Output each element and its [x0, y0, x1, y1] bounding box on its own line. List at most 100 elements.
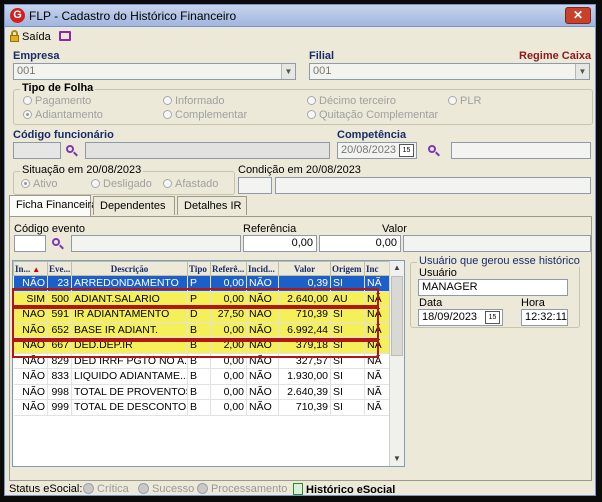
radio-afastado[interactable]: Afastado	[163, 178, 218, 190]
monitor-icon[interactable]	[59, 31, 71, 41]
col-header-valor[interactable]: Valor	[278, 261, 331, 276]
radio-ativo[interactable]: Ativo	[21, 178, 57, 190]
situacao-title: Situação em 20/08/2023	[20, 164, 144, 176]
empresa-value: 001	[17, 65, 36, 77]
radio-quitacao-complementar[interactable]: Quitação Complementar	[307, 109, 438, 121]
table-cell: 710,39	[278, 399, 331, 416]
radio-desligado[interactable]: Desligado	[91, 178, 152, 190]
funcionario-search-icon[interactable]	[65, 144, 79, 158]
col-header-evento[interactable]: Eve...	[47, 261, 72, 276]
col-header-tipo[interactable]: Tipo	[187, 261, 211, 276]
evento-label: Código evento	[14, 223, 85, 235]
table-cell: 0,00	[210, 399, 247, 416]
saida-button[interactable]: Saída	[22, 31, 51, 43]
usuario-group-title: Usuário que gerou esse histórico	[417, 255, 582, 267]
table-cell: 833	[47, 368, 72, 385]
funcionario-label: Código funcionário	[13, 129, 114, 141]
annotation-box-dependentes	[12, 340, 379, 358]
critica-status-icon	[83, 483, 94, 494]
radio-plr[interactable]: PLR	[448, 95, 481, 107]
tab-dependentes[interactable]: Dependentes	[93, 196, 175, 215]
col-header-origem[interactable]: Origem	[330, 261, 365, 276]
tab-detalhes-ir[interactable]: Detalhes IR	[177, 196, 247, 215]
lock-icon[interactable]	[10, 30, 19, 42]
status-esocial-label: Status eSocial:	[9, 483, 83, 495]
scroll-up-icon[interactable]: ▲	[390, 261, 404, 275]
close-button[interactable]: ✕	[565, 7, 591, 24]
competencia-calendar-icon[interactable]: 15	[399, 144, 414, 157]
annotation-box-ir	[12, 307, 379, 340]
table-cell: NÃO	[246, 399, 279, 416]
competencia-label: Competência	[337, 129, 407, 141]
table-cell: B	[187, 399, 211, 416]
sucesso-status-icon	[138, 483, 149, 494]
historico-esocial-button[interactable]: Histórico eSocial	[293, 483, 395, 495]
table-cell: 2.640,39	[278, 384, 331, 400]
filial-select[interactable]: 001 ▼	[309, 63, 590, 80]
table-cell: NÃ	[364, 399, 391, 416]
table-cell: 1.930,00	[278, 368, 331, 385]
regime-caixa-label: Regime Caixa	[519, 50, 592, 62]
table-cell: SI	[330, 368, 365, 385]
usuario-label: Usuário	[419, 267, 457, 279]
radio-informado[interactable]: Informado	[163, 95, 225, 107]
funcionario-name-field	[85, 142, 330, 159]
col-header-inc[interactable]: Inc	[364, 261, 391, 276]
data-calendar-icon[interactable]: 15	[485, 311, 500, 324]
grid-scrollbar[interactable]: ▲ ▼	[389, 261, 404, 466]
col-header-in[interactable]: In... ▲	[13, 261, 48, 276]
col-header-descricao[interactable]: Descrição	[71, 261, 188, 276]
tab-ficha-financeira[interactable]: Ficha Financeira	[9, 195, 97, 216]
table-row[interactable]: NÃO 998 TOTAL DE PROVENTOS B 0,00 NÃO 2.640,39…	[13, 384, 391, 400]
table-cell: B	[187, 368, 211, 385]
app-logo-icon: G	[10, 8, 25, 23]
scroll-down-icon[interactable]: ▼	[390, 452, 404, 466]
radio-adiantamento[interactable]: Adiantamento	[23, 109, 103, 121]
status-sucesso: Sucesso	[138, 483, 194, 495]
table-cell: 0,00	[210, 384, 247, 400]
table-cell: B	[187, 384, 211, 400]
status-bar: Status eSocial: Crítica Sucesso Processa…	[5, 482, 595, 495]
toolbar: Saída	[5, 28, 595, 46]
competencia-desc-field	[451, 142, 591, 159]
radio-pagamento[interactable]: Pagamento	[23, 95, 91, 107]
table-cell: NÃ	[364, 384, 391, 400]
evento-desc-field	[71, 235, 241, 252]
scroll-thumb[interactable]	[391, 276, 403, 356]
competencia-search-icon[interactable]	[427, 144, 441, 158]
data-label: Data	[419, 297, 443, 309]
filial-value: 001	[313, 65, 332, 77]
status-critica: Crítica	[83, 483, 129, 495]
table-cell: TOTAL DE DESCONTOS	[71, 399, 188, 416]
table-row[interactable]: NÃO 833 LIQUIDO ADIANTAME... B 0,00 NÃO 1.930,…	[13, 368, 391, 385]
hora-label: Hora	[521, 297, 545, 309]
table-cell: NÃO	[246, 368, 279, 385]
valor-extra-field	[403, 235, 591, 252]
referencia-field[interactable]: 0,00	[243, 235, 317, 252]
radio-complementar[interactable]: Complementar	[163, 109, 247, 121]
funcionario-code-field[interactable]	[13, 142, 61, 159]
table-cell: LIQUIDO ADIANTAME...	[71, 368, 188, 385]
valor-field[interactable]: 0,00	[319, 235, 401, 252]
table-cell: SI	[330, 399, 365, 416]
empresa-chevron-down-icon[interactable]: ▼	[281, 64, 295, 79]
evento-search-icon[interactable]	[51, 237, 65, 251]
evento-code-field[interactable]	[14, 235, 46, 252]
condicao-desc-field	[275, 177, 591, 194]
table-cell: NÃO	[13, 384, 48, 400]
table-cell: TOTAL DE PROVENTOS	[71, 384, 188, 400]
table-cell: NÃO	[13, 368, 48, 385]
radio-decimo-terceiro[interactable]: Décimo terceiro	[307, 95, 396, 107]
valor-label: Valor	[382, 223, 407, 235]
window-title: FLP - Cadastro do Histórico Financeiro	[29, 9, 237, 23]
table-cell: NÃO	[246, 384, 279, 400]
empresa-label: Empresa	[13, 50, 60, 62]
table-row[interactable]: NÃO 999 TOTAL DE DESCONTOS B 0,00 NÃO 710,39 SI…	[13, 399, 391, 416]
empresa-select[interactable]: 001 ▼	[13, 63, 296, 80]
table-cell: NÃ	[364, 368, 391, 385]
col-header-incidencia[interactable]: Incid...	[246, 261, 279, 276]
referencia-label: Referência	[243, 223, 297, 235]
filial-chevron-down-icon[interactable]: ▼	[575, 64, 589, 79]
title-bar: G FLP - Cadastro do Histórico Financeiro…	[5, 5, 595, 27]
col-header-referencia[interactable]: Referê...	[210, 261, 247, 276]
